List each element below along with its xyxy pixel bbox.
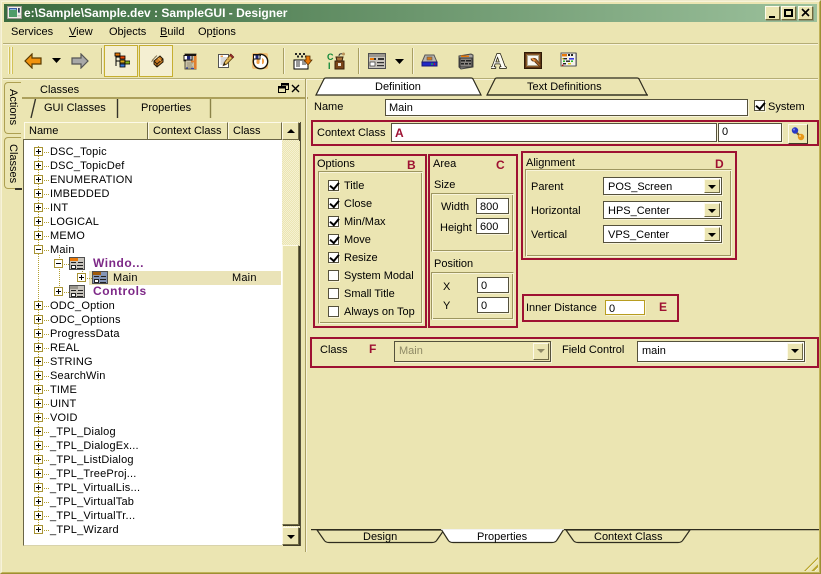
svg-text:A: A [491,51,507,70]
svg-text:I: I [328,61,331,70]
